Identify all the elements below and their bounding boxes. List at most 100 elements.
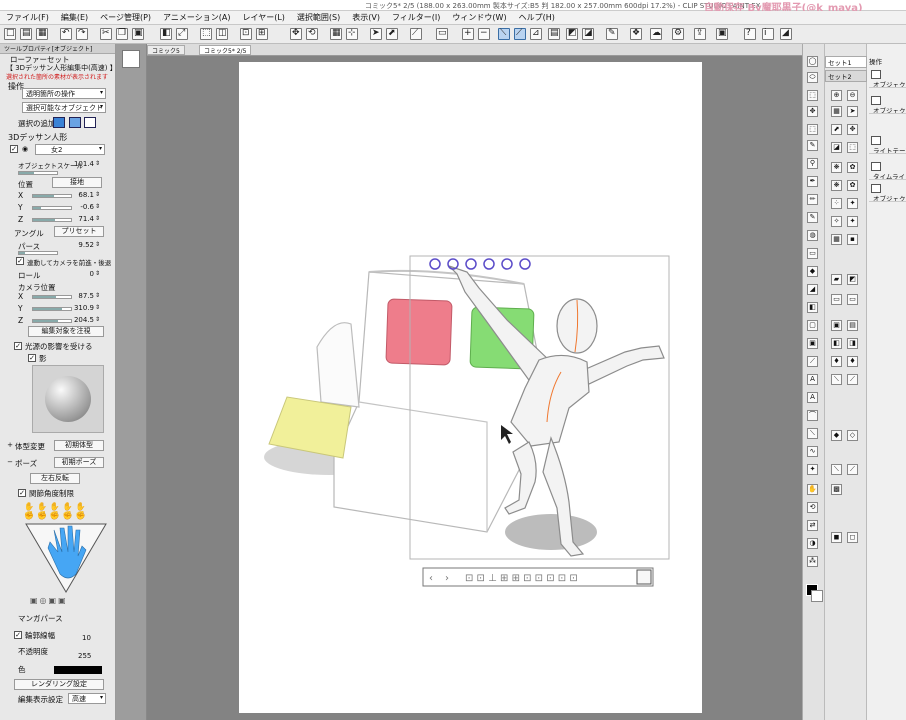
info-icon[interactable]: i — [762, 28, 774, 40]
selection-launcher-icon[interactable]: ⊡ — [240, 28, 252, 40]
subtool-icon-31[interactable]: ◆ — [831, 430, 842, 441]
fill-icon[interactable]: ◧ — [160, 28, 172, 40]
copy-icon[interactable]: ❐ — [116, 28, 128, 40]
pose-collapse-icon[interactable]: − — [6, 459, 14, 467]
zoom-in-icon[interactable]: + — [462, 28, 474, 40]
layer-icon[interactable]: ▤ — [548, 28, 560, 40]
curve-tool-icon[interactable]: ∿ — [807, 446, 818, 457]
grid-icon[interactable]: ▦ — [330, 28, 342, 40]
zoom-out-icon[interactable]: − — [478, 28, 490, 40]
subtool-icon-15[interactable]: ✧ — [831, 216, 842, 227]
subtool-icon-35[interactable]: ▩ — [831, 484, 842, 495]
tab-comic5[interactable]: コミック5 — [147, 45, 185, 55]
sub-color-swatch[interactable] — [811, 590, 823, 602]
manga-page[interactable]: ‹ › ⊡ ⊡ ⊥ ⊞ ⊞ ⊡ ⊡ ⊡ ⊡ ⊡ — [239, 62, 702, 713]
subtool-icon-8[interactable]: ⬚ — [847, 142, 858, 153]
hand-lock-icons[interactable]: ▣◎▣▣ — [30, 596, 104, 608]
pen-tool-icon[interactable]: ✒ — [807, 176, 818, 187]
subtool-icon-9[interactable]: ❋ — [831, 162, 842, 173]
ruler-tool-icon[interactable]: ⟋ — [807, 356, 818, 367]
snap-ruler-icon[interactable]: ⟍ — [498, 28, 510, 40]
subtool-icon-32[interactable]: ◇ — [847, 430, 858, 441]
subtool-icon-25[interactable]: ◧ — [831, 338, 842, 349]
focus-target-button[interactable]: 編集対象を注視 — [28, 326, 104, 337]
doll-name-dropdown[interactable]: 女2 ▾ — [35, 144, 105, 155]
zoom-tool-icon[interactable]: ◯ — [807, 56, 818, 67]
edit-display-dropdown[interactable]: 高速 ▾ — [68, 693, 106, 704]
subtool-icon-20[interactable]: ◩ — [847, 274, 858, 285]
joint-limit-checkbox[interactable]: ✓ — [18, 489, 26, 497]
rotate-icon[interactable]: ⟲ — [306, 28, 318, 40]
hand-tool-icon[interactable]: ✋ — [807, 484, 818, 495]
paste-icon[interactable]: ▣ — [132, 28, 144, 40]
deselect-icon[interactable]: ⬚ — [200, 28, 212, 40]
shadow-checkbox[interactable]: ✓ — [28, 354, 36, 362]
blend-icon[interactable]: ◆ — [807, 266, 818, 277]
menu-page[interactable]: ページ管理(P) — [94, 12, 157, 23]
light-direction-preview[interactable] — [32, 365, 104, 433]
subtool-icon-13[interactable]: ⁘ — [831, 198, 842, 209]
menu-view[interactable]: 表示(V) — [346, 12, 386, 23]
snap-perspective-icon[interactable]: ⊿ — [530, 28, 542, 40]
gallery-icon[interactable]: ▣ — [716, 28, 728, 40]
reference-icon[interactable]: ◪ — [582, 28, 594, 40]
invert-selection-icon[interactable]: ◫ — [216, 28, 228, 40]
subtool-icon-24[interactable]: ▤ — [847, 320, 858, 331]
asset-icon[interactable]: ❖ — [630, 28, 642, 40]
subtool-icon-2[interactable]: ⊖ — [847, 90, 858, 101]
subtool-icon-10[interactable]: ✿ — [847, 162, 858, 173]
subtool-icon-28[interactable]: ♦ — [847, 356, 858, 367]
save-icon[interactable]: ▦ — [36, 28, 48, 40]
brush-icon[interactable]: ✎ — [606, 28, 618, 40]
body-shape-expand-icon[interactable]: + — [6, 442, 14, 450]
subtool-icon-21[interactable]: ▭ — [831, 294, 842, 305]
cam-z-slider[interactable] — [32, 319, 72, 323]
object-select-icon[interactable]: ⬈ — [386, 28, 398, 40]
render-settings-button[interactable]: レンダリング設定 — [14, 679, 104, 690]
move-tool-icon[interactable]: ⬭ — [807, 72, 818, 83]
fill-tool-icon[interactable]: ◢ — [807, 284, 818, 295]
gradient-icon[interactable]: ◧ — [807, 302, 818, 313]
pencil-tool-icon[interactable]: ✏ — [807, 194, 818, 205]
cloud-icon[interactable]: ☁ — [650, 28, 662, 40]
subtool-icon-27[interactable]: ♦ — [831, 356, 842, 367]
subtool-icon-19[interactable]: ▰ — [831, 274, 842, 285]
layer-item-4[interactable]: タイムライン — [869, 160, 906, 180]
set-tab-1[interactable]: セット1 — [825, 56, 867, 68]
redo-icon[interactable]: ↷ — [76, 28, 88, 40]
lasso-icon[interactable]: ✎ — [807, 140, 818, 151]
subtool-icon-6[interactable]: ✥ — [847, 124, 858, 135]
init-pose-button[interactable]: 初期ポーズ — [54, 457, 104, 468]
subtool-icon-29[interactable]: ⟍ — [831, 374, 842, 385]
selection-subtract-icon[interactable] — [84, 117, 96, 128]
layer-item-3[interactable]: ライトテーブル — [869, 134, 906, 154]
perspective-slider[interactable] — [18, 251, 58, 255]
line-tool-icon[interactable]: ⟍ — [807, 428, 818, 439]
undo-icon[interactable]: ↶ — [60, 28, 72, 40]
set-tab-2[interactable]: セット2 — [825, 70, 867, 82]
subtool-icon-5[interactable]: ⬈ — [831, 124, 842, 135]
grip-icon[interactable]: ◢ — [780, 28, 792, 40]
layer-item-2[interactable]: オブジェクト — [869, 94, 906, 114]
selectable-object-dropdown[interactable]: 選択可能なオブジェクト ▾ — [22, 102, 106, 113]
menu-window[interactable]: ウィンドウ(W) — [446, 12, 512, 23]
object-scale-slider[interactable] — [18, 171, 58, 175]
menu-filter[interactable]: フィルター(I) — [386, 12, 446, 23]
spray-icon[interactable]: ⁂ — [807, 556, 818, 567]
subtool-icon-14[interactable]: ✦ — [847, 198, 858, 209]
eraser-icon[interactable]: ▭ — [807, 248, 818, 259]
snap-icon[interactable]: ⊹ — [346, 28, 358, 40]
selection-add-icon[interactable] — [69, 117, 81, 128]
sub-color-icon[interactable]: ◑ — [807, 538, 818, 549]
settings-icon[interactable]: ⚙ — [672, 28, 684, 40]
subtool-icon-11[interactable]: ❋ — [831, 180, 842, 191]
subtool-icon-12[interactable]: ✿ — [847, 180, 858, 191]
move-icon[interactable]: ✥ — [290, 28, 302, 40]
open-file-icon[interactable]: ▤ — [20, 28, 32, 40]
brush-tool-icon[interactable]: ✎ — [807, 212, 818, 223]
subtool-icon-23[interactable]: ▣ — [831, 320, 842, 331]
outline-color-swatch[interactable] — [54, 666, 102, 674]
menu-edit[interactable]: 編集(E) — [55, 12, 94, 23]
layer-move-icon[interactable]: ✥ — [807, 106, 818, 117]
airbrush-icon[interactable]: ◍ — [807, 230, 818, 241]
